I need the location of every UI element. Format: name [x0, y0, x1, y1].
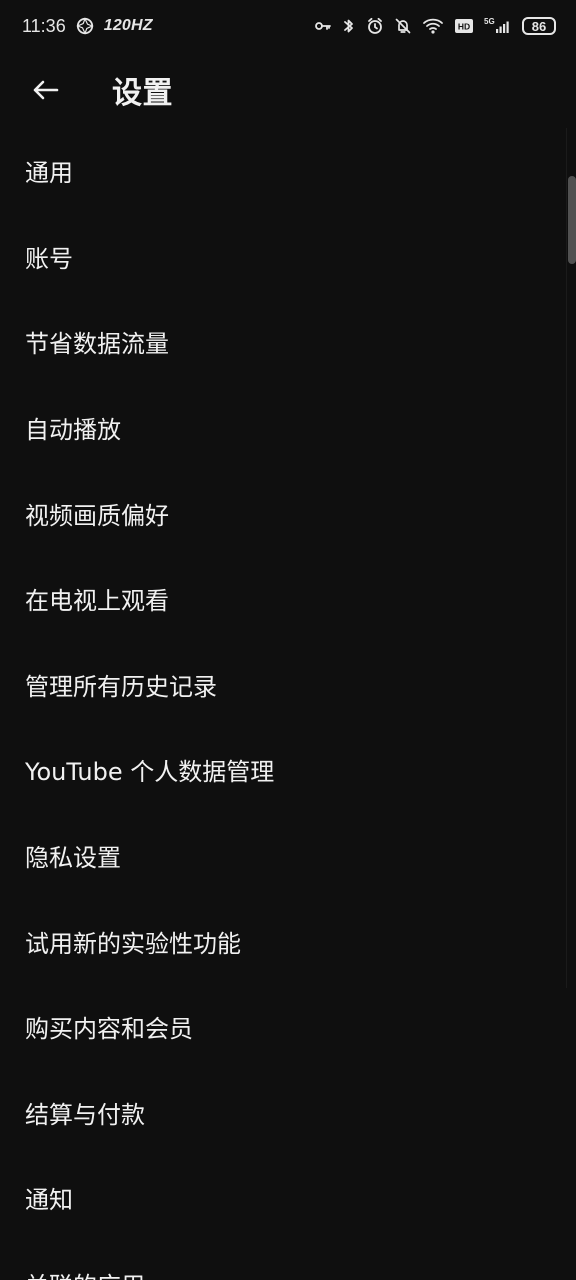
status-bar: 11:36 120HZ HD 5G 86 [0, 0, 576, 52]
settings-item-connected-apps[interactable]: 关联的应用 [0, 1241, 576, 1280]
settings-scrollbar[interactable] [566, 128, 576, 988]
network-label: 5G [484, 17, 495, 26]
muted-bell-icon [394, 17, 412, 35]
settings-item-general[interactable]: 通用 [0, 128, 576, 214]
settings-item-data-saving[interactable]: 节省数据流量 [0, 299, 576, 385]
status-right: HD 5G 86 [314, 17, 556, 35]
settings-item-notifications[interactable]: 通知 [0, 1155, 576, 1241]
hd-label: HD [458, 21, 470, 31]
settings-item-watch-on-tv[interactable]: 在电视上观看 [0, 556, 576, 642]
status-left: 11:36 120HZ [22, 17, 153, 35]
wifi-icon [422, 17, 444, 35]
battery-indicator: 86 [522, 17, 556, 35]
settings-list: 通用 账号 节省数据流量 自动播放 视频画质偏好 在电视上观看 管理所有历史记录… [0, 128, 576, 1280]
refresh-rate: 120HZ [103, 17, 153, 34]
alarm-clock-icon [366, 17, 384, 35]
scroll-thumb[interactable] [568, 176, 576, 264]
settings-item-privacy[interactable]: 隐私设置 [0, 813, 576, 899]
settings-item-experimental[interactable]: 试用新的实验性功能 [0, 898, 576, 984]
aperture-icon [75, 17, 94, 35]
settings-item-account[interactable]: 账号 [0, 214, 576, 300]
hd-icon: HD [454, 17, 474, 35]
status-time: 11:36 [22, 16, 66, 36]
settings-item-history[interactable]: 管理所有历史记录 [0, 642, 576, 728]
settings-item-autoplay[interactable]: 自动播放 [0, 385, 576, 471]
back-button[interactable] [24, 69, 66, 111]
settings-item-your-data[interactable]: YouTube 个人数据管理 [0, 727, 576, 813]
signal-5g-icon: 5G [484, 17, 512, 35]
page-title: 设置 [112, 76, 173, 111]
settings-item-video-quality[interactable]: 视频画质偏好 [0, 470, 576, 556]
app-bar: 设置 [0, 52, 576, 128]
arrow-left-icon [29, 74, 61, 106]
settings-item-billing[interactable]: 结算与付款 [0, 1070, 576, 1156]
bluetooth-icon [342, 17, 356, 35]
settings-item-purchases[interactable]: 购买内容和会员 [0, 984, 576, 1070]
key-icon [314, 17, 332, 35]
